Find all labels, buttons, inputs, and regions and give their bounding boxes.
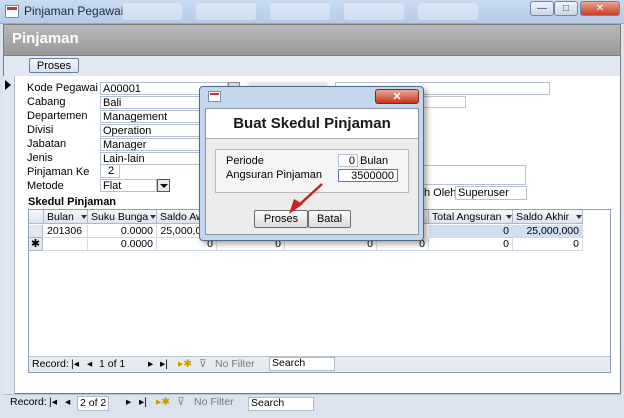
background-taskbar-tab (418, 3, 478, 20)
periode-label: Periode (226, 155, 264, 167)
window-titlebar: Pinjaman Pegawai — □ ✕ (0, 0, 624, 24)
column-header-total-angsuran[interactable]: Total Angsuran (429, 210, 513, 224)
window-title: Pinjaman Pegawai (24, 4, 124, 18)
record-position[interactable]: 1 of 1 (99, 357, 125, 372)
new-record-marker[interactable]: ✱ (29, 238, 43, 251)
close-button[interactable]: ✕ (580, 1, 620, 16)
subform-title: Skedul Pinjaman (28, 196, 117, 208)
cell-total-angsuran[interactable]: 0 (429, 238, 513, 251)
subform-record-nav: Record: |◂ ◂ 1 of 1 ▸ ▸| ▸✱ ⊽ No Filter … (29, 356, 610, 372)
periode-input[interactable]: 0 (338, 154, 358, 167)
maximize-button[interactable]: □ (554, 1, 578, 16)
record-label: Record: (32, 358, 69, 370)
form-toolbar: Proses (3, 56, 621, 76)
current-record-arrow-icon (5, 80, 11, 90)
filter-icon[interactable]: ⊽ (177, 395, 185, 410)
app-icon (5, 5, 19, 18)
cell-suku-bunga[interactable]: 0.0000 (88, 238, 157, 251)
last-record-icon[interactable]: ▸| (139, 395, 147, 410)
dialog-close-button[interactable]: ✕ (375, 89, 419, 104)
dialog-title: Buat Skedul Pinjaman (233, 115, 391, 132)
filter-icon[interactable]: ⊽ (199, 357, 207, 372)
form-title: Pinjaman (12, 30, 79, 47)
label-jenis: Jenis (27, 152, 53, 164)
background-taskbar-tab (122, 3, 182, 20)
sort-arrow-icon[interactable] (81, 215, 87, 219)
search-input[interactable]: Search (248, 397, 314, 411)
new-record-icon[interactable]: ▸✱ (178, 357, 192, 372)
first-record-icon[interactable]: |◂ (49, 395, 57, 410)
background-taskbar-tab (344, 3, 404, 20)
periode-unit: Bulan (360, 155, 389, 167)
cell-bulan[interactable]: 201306 (44, 225, 88, 238)
label-jabatan: Jabatan (27, 138, 67, 150)
dibuat-oleh-field[interactable]: Superuser (455, 186, 527, 200)
sort-arrow-icon[interactable] (150, 215, 156, 219)
cell-saldo-akhir[interactable]: 0 (513, 238, 583, 251)
first-record-icon[interactable]: |◂ (71, 357, 79, 372)
label-metode: Metode (27, 180, 64, 192)
new-record-icon[interactable]: ▸✱ (156, 395, 170, 410)
annotation-arrow-icon (289, 183, 323, 214)
sort-arrow-icon[interactable] (506, 215, 512, 219)
label-cabang: Cabang (27, 96, 66, 108)
label-divisi: Divisi (27, 124, 54, 136)
form-header: Pinjaman (3, 24, 621, 56)
sort-arrow-icon[interactable] (576, 215, 582, 219)
grid-corner[interactable] (29, 210, 44, 224)
pinjaman-ke-field[interactable]: 2 (100, 164, 120, 178)
main-record-nav: Record: |◂ ◂ 2 of 2 ▸ ▸| ▸✱ ⊽ No Filter … (3, 394, 621, 412)
cell-saldo-akhir[interactable]: 25,000,000 (513, 225, 583, 238)
dialog-app-icon (208, 91, 221, 102)
record-label: Record: (10, 396, 47, 408)
angsuran-input[interactable]: 3500000 (338, 169, 398, 182)
last-record-icon[interactable]: ▸| (160, 357, 168, 372)
background-taskbar-tab (196, 3, 256, 20)
next-record-icon[interactable]: ▸ (148, 357, 153, 372)
label-dibuat-oleh: h Oleh (424, 187, 457, 199)
label-kode-pegawai: Kode Pegawai (27, 82, 98, 94)
no-filter-label[interactable]: No Filter (194, 395, 234, 410)
dropdown-arrow-icon[interactable] (157, 179, 170, 192)
cell-bulan[interactable] (44, 238, 88, 251)
cell-suku-bunga[interactable]: 0.0000 (88, 225, 157, 238)
prev-record-icon[interactable]: ◂ (65, 395, 70, 410)
label-pinjaman-ke: Pinjaman Ke (27, 166, 90, 178)
background-taskbar-tab (270, 3, 330, 20)
column-header-suku-bunga[interactable]: Suku Bunga (88, 210, 157, 224)
record-selector[interactable] (3, 76, 15, 394)
label-departemen: Departemen (27, 110, 88, 122)
cell-total-angsuran[interactable]: 0 (429, 225, 513, 238)
record-position[interactable]: 2 of 2 (77, 396, 110, 411)
column-header-saldo-akhir[interactable]: Saldo Akhir (513, 210, 583, 224)
no-filter-label[interactable]: No Filter (215, 357, 255, 372)
row-selector[interactable] (29, 225, 43, 238)
metode-select[interactable]: Flat (100, 179, 157, 192)
dialog-header: Buat Skedul Pinjaman (206, 109, 418, 139)
proses-button[interactable]: Proses (29, 58, 79, 73)
keterangan-field[interactable] (416, 165, 526, 185)
prev-record-icon[interactable]: ◂ (87, 357, 92, 372)
next-record-icon[interactable]: ▸ (126, 395, 131, 410)
minimize-button[interactable]: — (530, 1, 554, 16)
search-input[interactable]: Search (269, 357, 335, 371)
